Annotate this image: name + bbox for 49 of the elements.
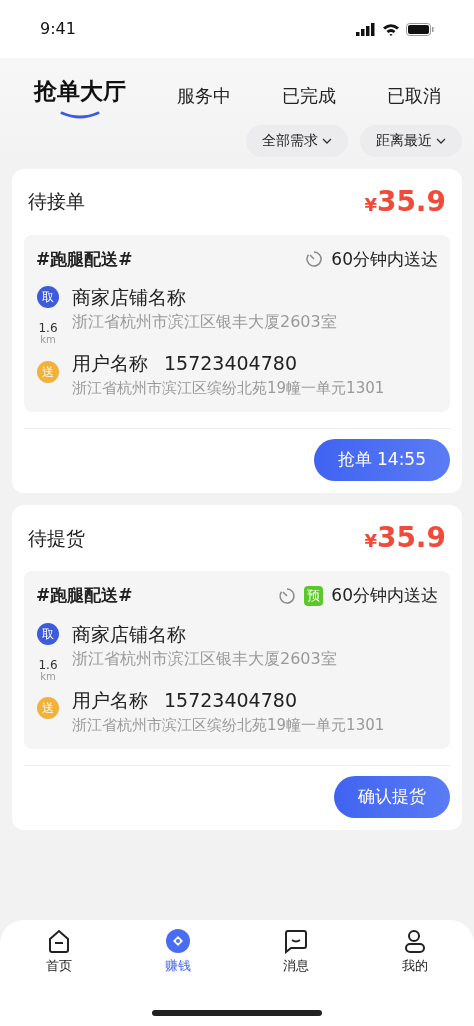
filter-dropdown[interactable]: 距离最近	[360, 124, 462, 157]
pickup-address: 浙江省杭州市滨江区银丰大厦2603室	[72, 647, 338, 670]
store-name: 商家店铺名称	[72, 621, 187, 647]
delivery-address: 浙江省杭州市滨江区缤纷北苑19幢一单元1301	[72, 378, 386, 399]
order-status: 待接单	[28, 189, 85, 215]
delivery-badge: 送	[37, 360, 59, 383]
status-time: 9:41	[40, 18, 76, 40]
tab[interactable]: 已取消	[386, 81, 441, 121]
battery-icon	[406, 22, 434, 36]
pickup-badge: 取	[37, 622, 59, 645]
customer-name: 用户名称	[72, 351, 148, 376]
tab[interactable]: 服务中	[176, 81, 231, 121]
service-tag: #跑腿配送#	[36, 583, 133, 609]
distance-unit: km	[40, 670, 56, 683]
customer-phone: 15723404780	[164, 351, 297, 376]
distance-value: 1.6	[38, 322, 58, 334]
tab[interactable]: 已完成	[281, 81, 336, 121]
chevron-down-icon	[436, 137, 446, 144]
preorder-badge: 预	[304, 585, 324, 606]
order-price: ¥35.9	[364, 183, 446, 220]
action-button[interactable]: 确认提货	[334, 775, 450, 818]
filter-dropdown[interactable]: 全部需求	[246, 124, 348, 157]
pickup-badge: 取	[37, 286, 59, 308]
customer-name: 用户名称	[72, 687, 148, 713]
customer-phone: 15723404780	[164, 687, 297, 713]
order-status: 待提货	[28, 525, 85, 551]
timer-icon	[305, 250, 324, 269]
chevron-down-icon	[322, 137, 332, 144]
store-name: 商家店铺名称	[72, 285, 187, 310]
wifi-icon	[382, 22, 400, 36]
pickup-address: 浙江省杭州市滨江区银丰大厦2603室	[72, 311, 338, 333]
tab[interactable]: 抢单大厅	[33, 74, 126, 121]
signal-icon	[356, 22, 376, 36]
service-tag: #跑腿配送#	[36, 246, 133, 272]
chat-icon	[283, 928, 310, 954]
delivery-badge: 送	[37, 697, 59, 719]
delivery-time: 60分钟内送达	[331, 584, 438, 607]
action-button[interactable]: 抢单 14:55	[313, 439, 450, 481]
nav-tab[interactable]: 首页	[29, 928, 90, 976]
nav-tab[interactable]: 消息	[266, 928, 327, 976]
order-price: ¥35.9	[364, 520, 446, 556]
delivery-address: 浙江省杭州市滨江区缤纷北苑19幢一单元1301	[72, 714, 386, 736]
timer-icon	[278, 586, 297, 605]
distance-value: 1.6	[38, 658, 58, 671]
delivery-time: 60分钟内送达	[331, 247, 438, 271]
tab-indicator	[59, 110, 100, 119]
nav-tab[interactable]: 我的	[384, 928, 445, 976]
nav-tab[interactable]: 赚钱	[147, 928, 208, 976]
distance-unit: km	[40, 334, 56, 347]
